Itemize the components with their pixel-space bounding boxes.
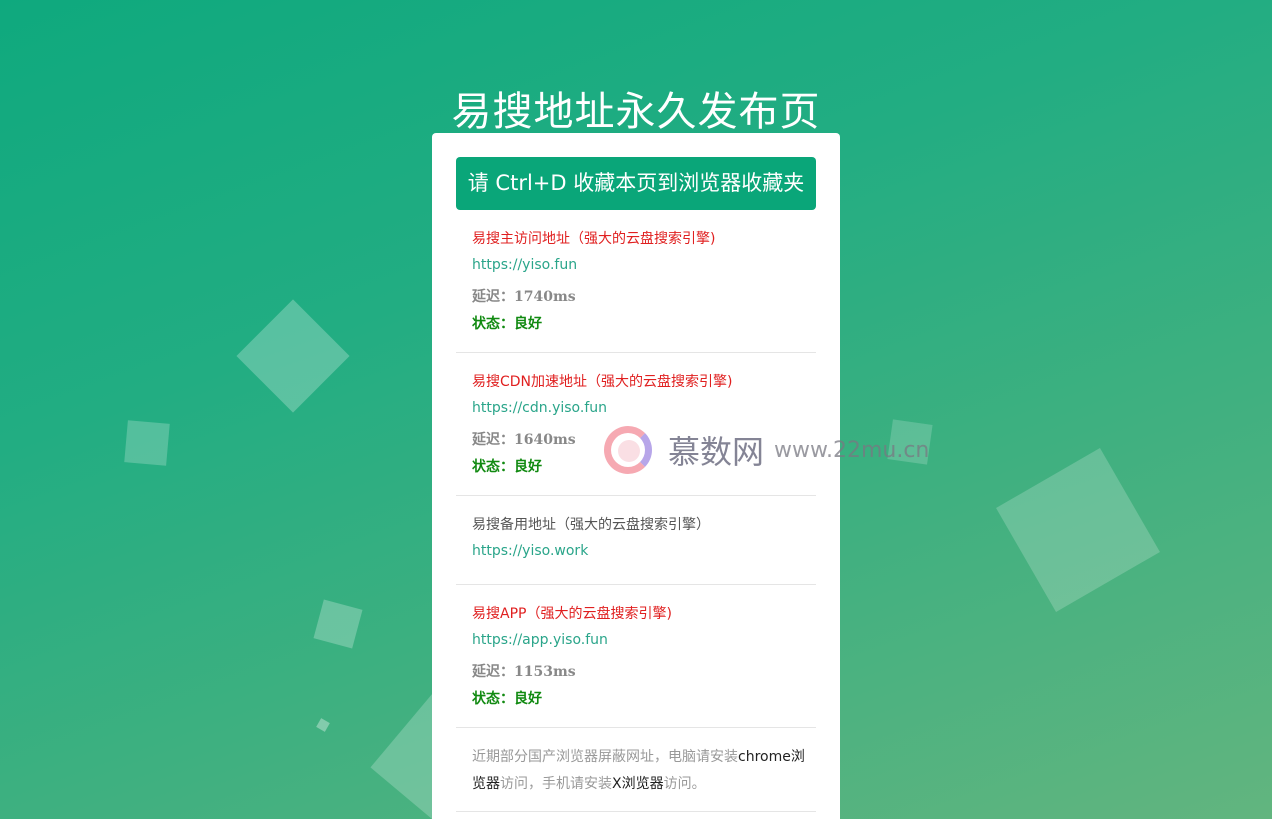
entry-latency: 延迟：1740ms	[472, 289, 576, 305]
list-item-backup: 易搜备用地址（强大的云盘搜索引擎） https://yiso.work	[456, 514, 816, 585]
page-title: 易搜地址永久发布页	[451, 88, 821, 135]
entry-url-link[interactable]: https://app.yiso.fun	[472, 632, 608, 648]
entry-latency: 延迟：1640ms	[472, 432, 576, 448]
entry-status: 状态：良好	[472, 316, 542, 332]
entry-url-link[interactable]: https://yiso.fun	[472, 257, 577, 273]
entry-url-link[interactable]: https://yiso.work	[472, 543, 588, 559]
watermark: 慕数网 www.22mu.cn	[602, 422, 929, 478]
entry-url-link[interactable]: https://cdn.yiso.fun	[472, 400, 607, 416]
entry-latency: 延迟：1153ms	[472, 664, 576, 680]
list-item-app: 易搜APP（强大的云盘搜索引擎) https://app.yiso.fun 延迟…	[456, 603, 816, 728]
decorative-square	[236, 299, 350, 413]
divider	[456, 811, 816, 812]
bookmark-hint-banner: 请 Ctrl+D 收藏本页到浏览器收藏夹	[456, 157, 816, 210]
notice-text: 访问，手机请安装	[500, 776, 612, 792]
entry-name[interactable]: 易搜APP（强大的云盘搜索引擎)	[472, 603, 672, 623]
list-item-main: 易搜主访问地址（强大的云盘搜索引擎) https://yiso.fun 延迟：1…	[456, 228, 816, 353]
browser-notice: 近期部分国产浏览器屏蔽网址，电脑请安装chrome浏览器访问，手机请安装X浏览器…	[472, 744, 812, 798]
notice-text: 访问。	[663, 776, 706, 792]
entry-name[interactable]: 易搜备用地址（强大的云盘搜索引擎）	[472, 514, 710, 534]
x-browser-mention: X浏览器	[612, 776, 664, 792]
decorative-square	[313, 599, 363, 649]
entry-name[interactable]: 易搜CDN加速地址（强大的云盘搜索引擎)	[472, 371, 733, 391]
watermark-logo-icon	[602, 424, 658, 476]
watermark-url: www.22mu.cn	[774, 437, 930, 463]
decorative-square	[996, 448, 1160, 612]
decorative-square	[316, 718, 330, 732]
watermark-name: 慕数网	[668, 433, 765, 471]
notice-text: 近期部分国产浏览器屏蔽网址，电脑请安装	[472, 749, 738, 765]
decorative-square	[124, 420, 170, 466]
entry-status: 状态：良好	[472, 459, 542, 475]
entry-status: 状态：良好	[472, 691, 542, 707]
entry-name[interactable]: 易搜主访问地址（强大的云盘搜索引擎)	[472, 228, 715, 248]
